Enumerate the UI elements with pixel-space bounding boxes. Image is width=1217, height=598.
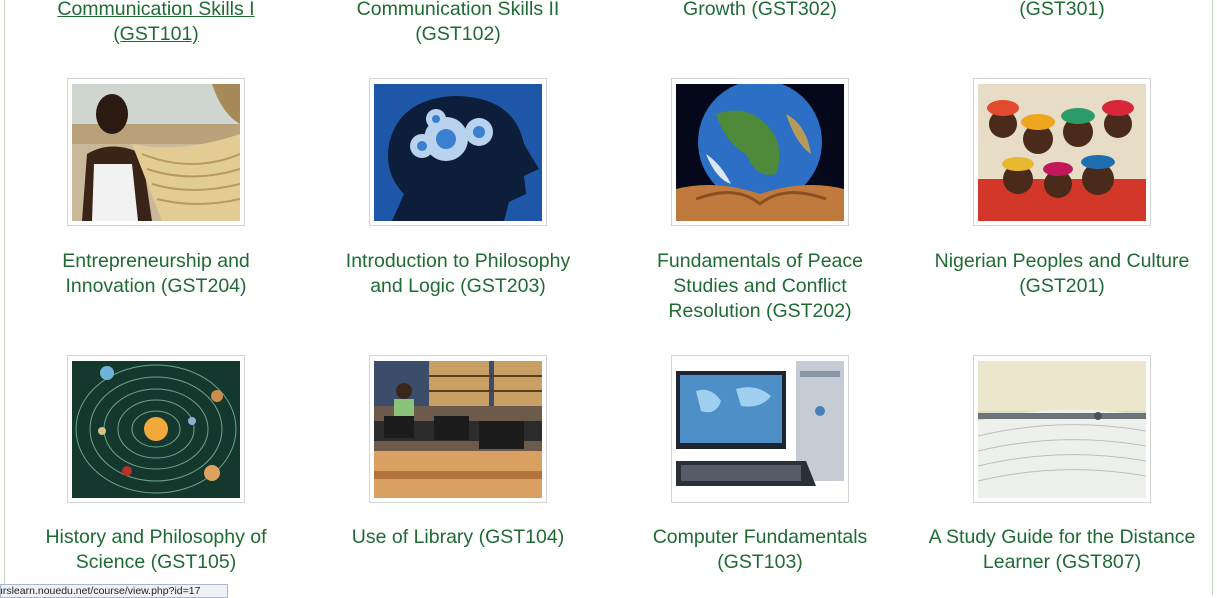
status-bar-url: urslearn.nouedu.net/course/view.php?id=1… — [0, 584, 228, 598]
course-title-link[interactable]: Nigerian Peoples and Culture (GST201) — [922, 249, 1202, 299]
course-thumbnail-gst807[interactable] — [973, 355, 1151, 503]
course-title-link[interactable]: (GST301) — [922, 0, 1202, 22]
course-thumbnail-gst104[interactable] — [369, 355, 547, 503]
desktop-computer-image — [676, 361, 844, 498]
course-title-link[interactable]: A Study Guide for the Distance Learner (… — [922, 525, 1202, 575]
course-title-link[interactable]: Communication Skills II (GST102) — [333, 0, 583, 47]
course-tile-gst302: Growth (GST302) — [609, 0, 911, 22]
course-tile-gst301: (GST301) — [911, 0, 1213, 22]
course-thumbnail-gst204[interactable] — [67, 78, 245, 226]
course-tile-gst201: Nigerian Peoples and Culture (GST201) — [911, 249, 1213, 299]
course-title-link[interactable]: History and Philosophy of Science (GST10… — [31, 525, 281, 575]
course-title-link[interactable]: Growth (GST302) — [620, 0, 900, 22]
course-title-link[interactable]: Computer Fundamentals (GST103) — [640, 525, 880, 575]
course-tile-gst104: Use of Library (GST104) — [307, 525, 609, 550]
course-tile-gst807: A Study Guide for the Distance Learner (… — [911, 525, 1213, 575]
course-title-link[interactable]: Fundamentals of Peace Studies and Confli… — [645, 249, 875, 324]
course-title-link[interactable]: Communication Skills I (GST101) — [16, 0, 296, 47]
course-tile-gst202: Fundamentals of Peace Studies and Confli… — [609, 249, 911, 324]
course-title-link[interactable]: Introduction to Philosophy and Logic (GS… — [333, 249, 583, 299]
course-tile-gst103: Computer Fundamentals (GST103) — [609, 525, 911, 575]
course-thumbnail-gst202[interactable] — [671, 78, 849, 226]
open-book-photo — [978, 361, 1146, 498]
course-title-link[interactable]: Entrepreneurship and Innovation (GST204) — [41, 249, 271, 299]
course-tile-gst101: Communication Skills I (GST101) — [5, 0, 307, 47]
course-tile-gst204: Entrepreneurship and Innovation (GST204) — [5, 249, 307, 299]
course-tile-gst105: History and Philosophy of Science (GST10… — [5, 525, 307, 575]
course-title-link[interactable]: Use of Library (GST104) — [318, 525, 598, 550]
course-tile-gst102: Communication Skills II (GST102) — [307, 0, 609, 47]
library-computer-lab-photo — [374, 361, 542, 498]
course-thumbnail-gst203[interactable] — [369, 78, 547, 226]
solar-system-image — [72, 361, 240, 498]
course-thumbnail-gst103[interactable] — [671, 355, 849, 503]
globe-in-hands-photo — [676, 84, 844, 221]
weaver-photo — [72, 84, 240, 221]
course-tile-gst203: Introduction to Philosophy and Logic (GS… — [307, 249, 609, 299]
women-in-traditional-attire-photo — [978, 84, 1146, 221]
course-thumbnail-gst105[interactable] — [67, 355, 245, 503]
head-gears-image — [374, 84, 542, 221]
course-thumbnail-gst201[interactable] — [973, 78, 1151, 226]
